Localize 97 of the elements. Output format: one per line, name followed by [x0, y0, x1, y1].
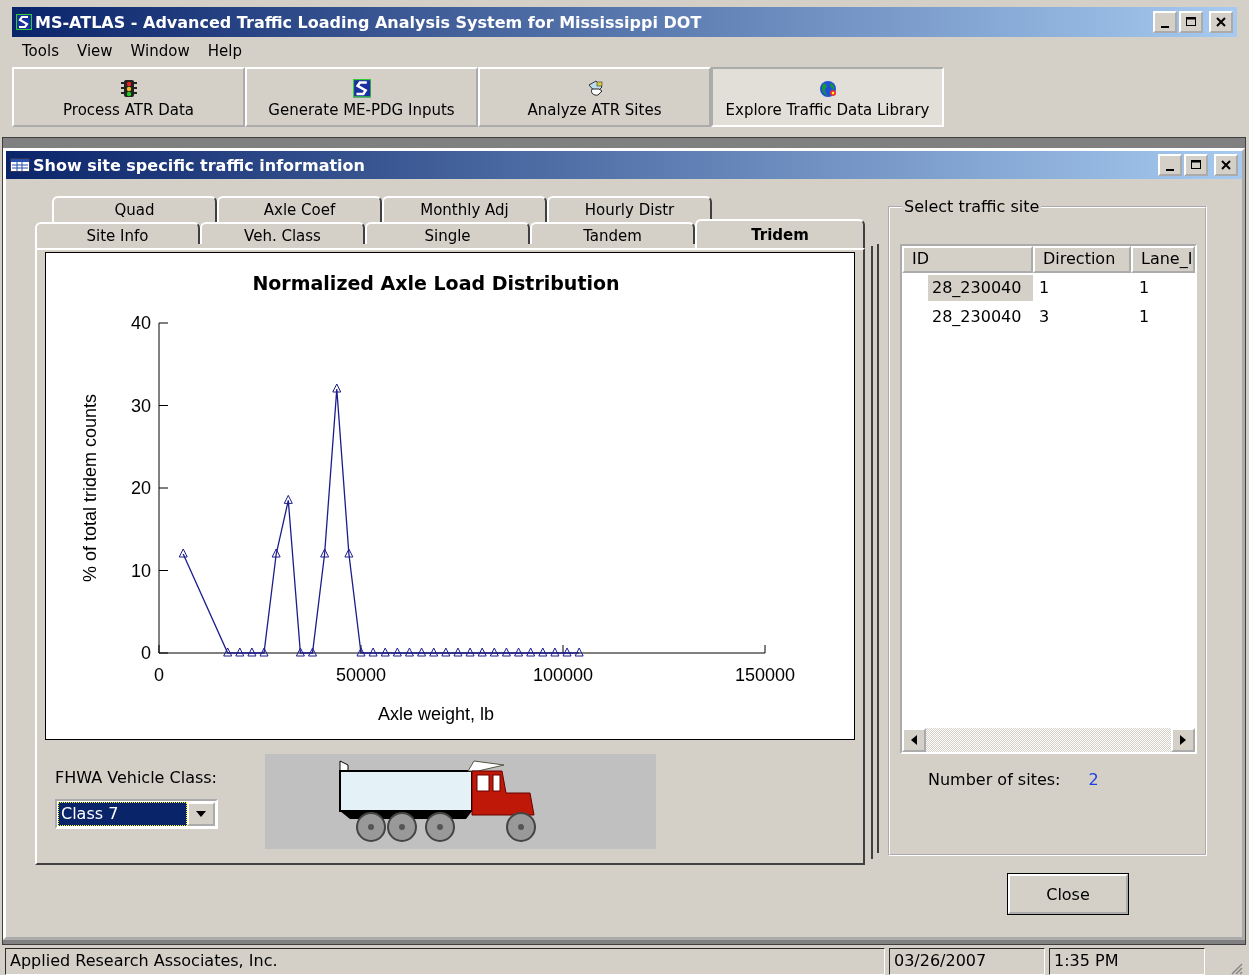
- maximize-icon: [1184, 15, 1198, 29]
- column-header[interactable]: Lane_I: [1131, 246, 1195, 273]
- caret-icon: [196, 811, 206, 817]
- toolbar-button[interactable]: Analyze ATR Sites: [478, 67, 711, 127]
- y-tick-label: 20: [130, 478, 151, 498]
- maximize-button[interactable]: [1179, 11, 1203, 33]
- data-point: [223, 647, 233, 657]
- minimize-button[interactable]: [1158, 154, 1182, 176]
- x-tick-label: 0: [154, 665, 164, 685]
- y-tick-label: 40: [130, 313, 151, 333]
- y-tick-label: 10: [130, 560, 151, 581]
- minimize-icon: [1161, 25, 1169, 28]
- window-title: MS-ATLAS - Advanced Traffic Loading Analysis System for Mississippi DOT: [35, 12, 702, 32]
- y-tick-label: 0: [141, 643, 151, 663]
- close-icon: [1219, 158, 1233, 172]
- data-point: [356, 647, 366, 657]
- table-cell-text: 1: [1138, 305, 1151, 328]
- table-cell-text: 1: [1038, 276, 1051, 299]
- table-cell-text: 3: [1038, 305, 1051, 328]
- x-axis-label: Axle weight, lb: [377, 704, 495, 724]
- app-logo-icon: [16, 14, 32, 30]
- menu-item[interactable]: Window: [130, 42, 190, 60]
- table-cell[interactable]: 28_230040: [902, 303, 1033, 330]
- column-header[interactable]: ID: [902, 246, 1033, 273]
- horizontal-scrollbar[interactable]: [902, 728, 1195, 752]
- data-point: [344, 548, 354, 558]
- data-point: [489, 647, 499, 657]
- data-point: [295, 647, 305, 657]
- data-point: [538, 647, 548, 657]
- tab[interactable]: Quad: [52, 196, 217, 222]
- x-tick-label: 100000: [532, 665, 594, 685]
- menu-item[interactable]: Help: [207, 42, 242, 60]
- maximize-button[interactable]: [1184, 154, 1208, 176]
- child-window-title: Show site specific traffic information: [33, 155, 365, 175]
- data-point: [550, 647, 560, 657]
- data-point: [320, 548, 330, 558]
- globe-icon: [818, 79, 837, 99]
- data-point: [477, 647, 487, 657]
- toolbar-button[interactable]: Explore Traffic Data Library: [711, 67, 944, 127]
- toolbar-button[interactable]: Process ATR Data: [12, 67, 245, 127]
- table-cell-text: 1: [1138, 276, 1151, 299]
- traffic-light-icon: [119, 79, 138, 99]
- status-text: 1:35 PM: [1049, 948, 1205, 975]
- vehicle-class-dropdown[interactable]: Class 7: [55, 799, 218, 829]
- field-label: FHWA Vehicle Class:: [55, 768, 218, 787]
- status-text: Applied Research Associates, Inc.: [5, 948, 885, 975]
- data-point: [235, 647, 245, 657]
- tab[interactable]: Hourly Distr: [547, 196, 712, 222]
- count-label: Number of sites:: [928, 770, 1061, 789]
- data-point: [332, 383, 342, 393]
- data-point: [501, 647, 511, 657]
- menu-item[interactable]: View: [76, 42, 113, 60]
- data-point: [405, 647, 414, 657]
- data-point: [574, 647, 584, 657]
- resize-grip-icon: [1229, 961, 1243, 975]
- data-point: [453, 647, 463, 657]
- status-text: 03/26/2007: [889, 948, 1045, 975]
- data-point: [259, 647, 269, 657]
- tab[interactable]: Axle Coef: [217, 196, 382, 222]
- data-point: [247, 647, 257, 657]
- tab[interactable]: Monthly Adj: [382, 196, 547, 222]
- data-point: [308, 647, 317, 657]
- data-point: [271, 548, 281, 558]
- left-arrow-icon: [911, 735, 917, 745]
- minimize-button[interactable]: [1153, 11, 1177, 33]
- data-point: [392, 647, 402, 657]
- close-button[interactable]: [1209, 11, 1233, 33]
- minimize-icon: [1166, 168, 1174, 171]
- data-point: [417, 647, 427, 657]
- data-point: [283, 494, 293, 504]
- maximize-icon: [1189, 158, 1203, 172]
- data-point: [429, 647, 439, 657]
- right-arrow-icon: [1180, 735, 1186, 745]
- y-tick-label: 30: [130, 395, 151, 416]
- data-point: [526, 647, 536, 657]
- logo-icon: [352, 79, 371, 99]
- table-cell[interactable]: 28_230040: [928, 274, 1033, 301]
- close-icon: [1214, 15, 1228, 29]
- menu-item[interactable]: Tools: [22, 42, 59, 60]
- data-point: [380, 647, 390, 657]
- close-button[interactable]: Close: [1008, 874, 1128, 914]
- data-point: [368, 647, 378, 657]
- site-count: 2: [1088, 770, 1099, 789]
- table-icon: [10, 158, 30, 172]
- data-point: [441, 647, 451, 657]
- chart-title: Normalized Axle Load Distribution: [252, 272, 620, 294]
- close-button[interactable]: [1214, 154, 1238, 176]
- y-axis-label: % of total tridem counts: [80, 393, 100, 583]
- toolbar-button[interactable]: Generate ME-PDG Inputs: [245, 67, 478, 127]
- data-point: [562, 647, 572, 657]
- x-tick-label: 150000: [734, 665, 796, 685]
- tab[interactable]: Tridem: [695, 219, 865, 248]
- x-tick-label: 50000: [335, 665, 387, 685]
- data-point: [465, 647, 475, 657]
- column-header[interactable]: Direction: [1033, 246, 1131, 273]
- data-point: [514, 647, 524, 657]
- data-point: [178, 548, 188, 558]
